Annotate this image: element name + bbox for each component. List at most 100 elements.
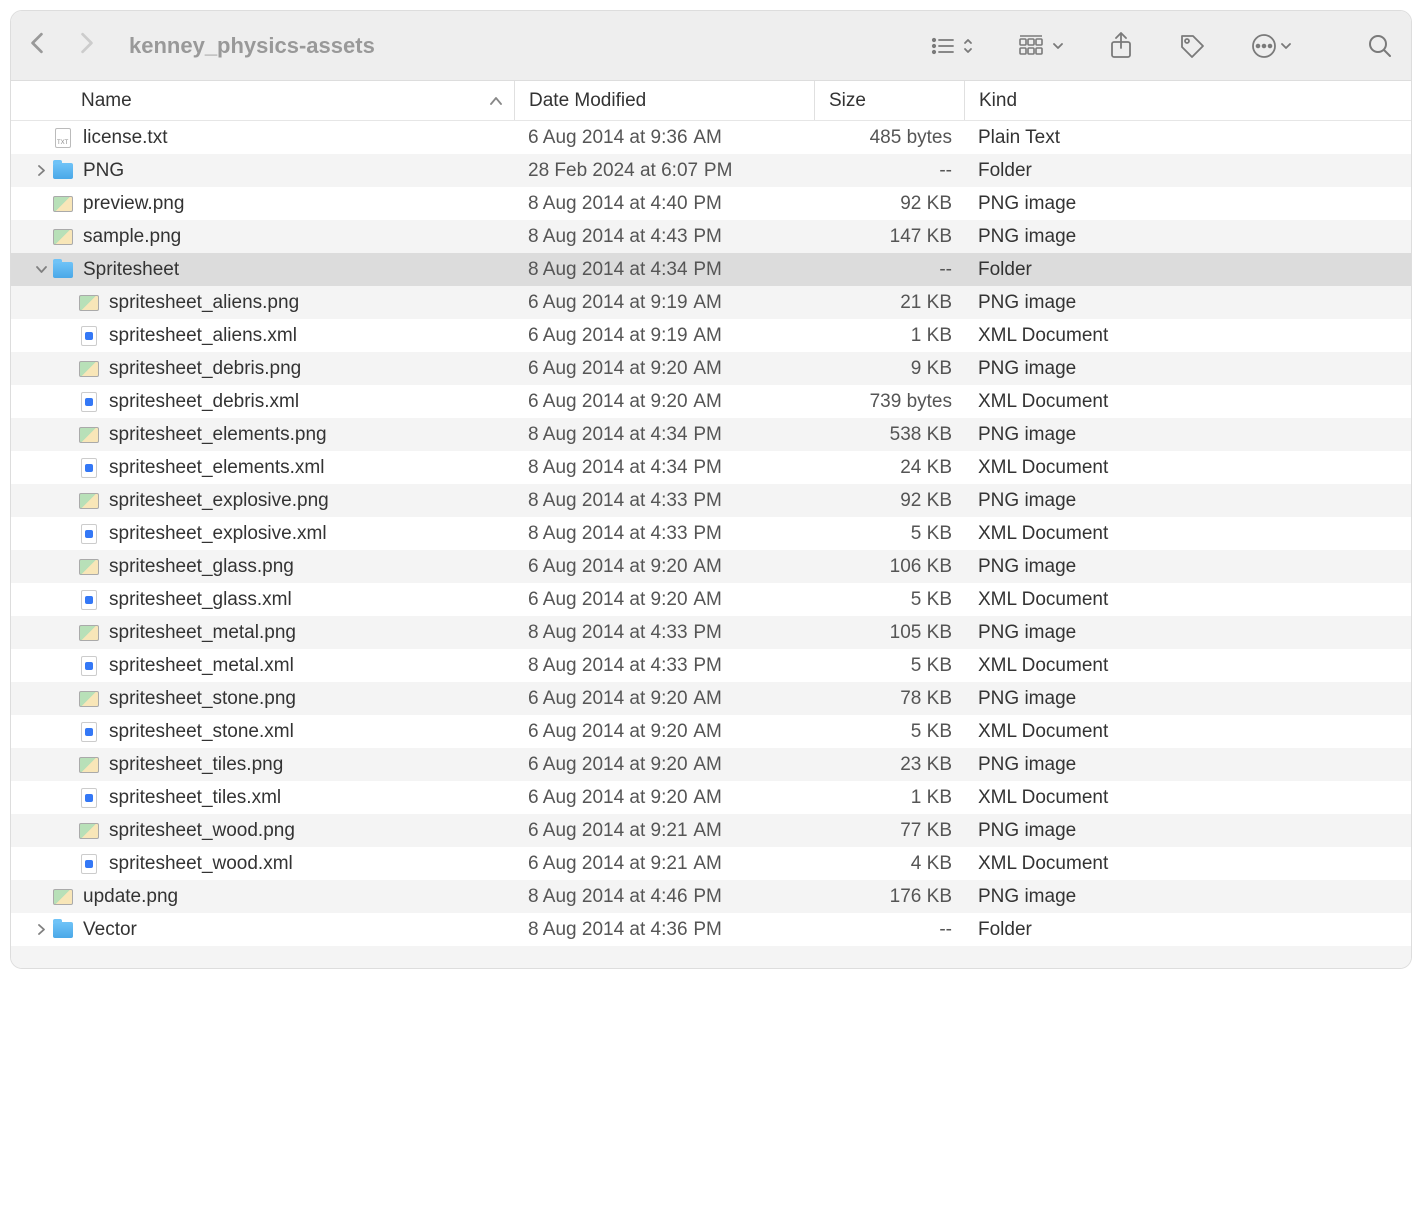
disclosure-right-icon[interactable]	[35, 924, 47, 935]
file-row[interactable]: spritesheet_stone.png6 Aug 2014 at 9:20 …	[11, 682, 1411, 715]
cell-date: 6 Aug 2014 at 9:21 AM	[514, 820, 814, 842]
file-row[interactable]: Spritesheet8 Aug 2014 at 4:34 PM--Folder	[11, 253, 1411, 286]
cell-name: spritesheet_debris.png	[11, 358, 514, 380]
disclosure-right-icon[interactable]	[35, 165, 47, 176]
tags-button[interactable]	[1179, 33, 1205, 59]
xml-file-icon	[79, 326, 99, 346]
file-row[interactable]: spritesheet_stone.xml6 Aug 2014 at 9:20 …	[11, 715, 1411, 748]
cell-kind: XML Document	[964, 655, 1411, 677]
cell-name: spritesheet_debris.xml	[11, 391, 514, 413]
ampm-text: PM	[693, 886, 722, 908]
group-button[interactable]	[1019, 35, 1063, 57]
file-row[interactable]: spritesheet_elements.xml8 Aug 2014 at 4:…	[11, 451, 1411, 484]
file-name-label: spritesheet_wood.png	[109, 820, 295, 842]
column-header-size[interactable]: Size	[814, 81, 964, 120]
cell-date: 6 Aug 2014 at 9:20 AM	[514, 358, 814, 380]
share-button[interactable]	[1109, 32, 1133, 60]
ampm-text: AM	[693, 754, 722, 776]
date-text: 8 Aug 2014 at 4:33	[528, 490, 688, 511]
cell-date: 6 Aug 2014 at 9:21 AM	[514, 853, 814, 875]
file-name-label: spritesheet_debris.png	[109, 358, 301, 380]
file-row[interactable]: spritesheet_wood.xml6 Aug 2014 at 9:21 A…	[11, 847, 1411, 880]
cell-name: spritesheet_explosive.png	[11, 490, 514, 512]
ampm-text: AM	[693, 127, 722, 149]
cell-name: spritesheet_elements.xml	[11, 457, 514, 479]
file-row[interactable]: preview.png8 Aug 2014 at 4:40 PM92 KBPNG…	[11, 187, 1411, 220]
cell-size: 4 KB	[814, 853, 964, 875]
cell-date: 6 Aug 2014 at 9:19 AM	[514, 325, 814, 347]
finder-window: kenney_physics-assets	[10, 10, 1412, 969]
cell-date: 8 Aug 2014 at 4:46 PM	[514, 886, 814, 908]
file-row[interactable]: spritesheet_glass.xml 6 Aug 2014 at 9:20 …	[11, 583, 1411, 616]
xml-file-icon	[79, 524, 99, 544]
file-row[interactable]: license.txt6 Aug 2014 at 9:36 AM485 byte…	[11, 121, 1411, 154]
ampm-text: PM	[693, 226, 722, 248]
folder-icon	[53, 260, 73, 280]
file-row[interactable]: spritesheet_debris.png 6 Aug 2014 at 9:20…	[11, 352, 1411, 385]
cell-kind: XML Document	[964, 589, 1411, 611]
file-row[interactable]: spritesheet_metal.png8 Aug 2014 at 4:33 …	[11, 616, 1411, 649]
file-name-label: Spritesheet	[83, 259, 179, 281]
file-row[interactable]: spritesheet_explosive.xml 8 Aug 2014 at 4…	[11, 517, 1411, 550]
cell-name: license.txt	[11, 127, 514, 149]
file-row[interactable]: spritesheet_tiles.xml6 Aug 2014 at 9:20 …	[11, 781, 1411, 814]
search-button[interactable]	[1367, 33, 1393, 59]
file-row[interactable]: spritesheet_glass.png6 Aug 2014 at 9:20 …	[11, 550, 1411, 583]
file-row[interactable]: update.png8 Aug 2014 at 4:46 PM176 KBPNG…	[11, 880, 1411, 913]
cell-name: spritesheet_wood.png	[11, 820, 514, 842]
text-file-icon	[53, 128, 73, 148]
column-header-name[interactable]: Name	[11, 90, 514, 112]
cell-kind: Folder	[964, 259, 1411, 281]
date-text: 8 Aug 2014 at 4:33	[528, 523, 688, 544]
file-row[interactable]: spritesheet_aliens.xml6 Aug 2014 at 9:19…	[11, 319, 1411, 352]
file-row[interactable]: spritesheet_metal.xml8 Aug 2014 at 4:33 …	[11, 649, 1411, 682]
back-button[interactable]	[29, 32, 45, 60]
cell-date: 8 Aug 2014 at 4:36 PM	[514, 919, 814, 941]
file-name-label: spritesheet_explosive.xml	[109, 523, 327, 545]
forward-button[interactable]	[79, 32, 95, 60]
cell-kind: Folder	[964, 160, 1411, 182]
png-file-icon	[53, 887, 73, 907]
date-text: 6 Aug 2014 at 9:20	[528, 688, 688, 709]
view-list-button[interactable]	[931, 36, 973, 56]
ampm-text: PM	[693, 193, 722, 215]
date-text: 6 Aug 2014 at 9:21	[528, 853, 688, 874]
file-name-label: Vector	[83, 919, 137, 941]
date-text: 6 Aug 2014 at 9:19	[528, 292, 688, 313]
cell-date: 6 Aug 2014 at 9:20 AM	[514, 589, 814, 611]
file-row[interactable]: spritesheet_elements.png8 Aug 2014 at 4:…	[11, 418, 1411, 451]
more-button[interactable]	[1251, 33, 1291, 59]
cell-kind: Plain Text	[964, 127, 1411, 149]
column-header-size-label: Size	[829, 90, 866, 112]
file-row[interactable]: spritesheet_wood.png 6 Aug 2014 at 9:21 A…	[11, 814, 1411, 847]
cell-date: 8 Aug 2014 at 4:34 PM	[514, 259, 814, 281]
file-row[interactable]: spritesheet_explosive.png 8 Aug 2014 at 4…	[11, 484, 1411, 517]
file-row[interactable]: spritesheet_tiles.png6 Aug 2014 at 9:20 …	[11, 748, 1411, 781]
cell-date: 6 Aug 2014 at 9:20 AM	[514, 787, 814, 809]
file-row[interactable]: PNG28 Feb 2024 at 6:07 PM--Folder	[11, 154, 1411, 187]
date-text: 8 Aug 2014 at 4:46	[528, 886, 688, 907]
xml-file-icon	[79, 458, 99, 478]
file-row[interactable]: sample.png8 Aug 2014 at 4:43 PM147 KBPNG…	[11, 220, 1411, 253]
cell-size: 5 KB	[814, 655, 964, 677]
file-name-label: spritesheet_glass.xml	[109, 589, 292, 611]
png-file-icon	[79, 359, 99, 379]
column-header-date[interactable]: Date Modified	[514, 81, 814, 120]
file-row[interactable]: spritesheet_debris.xml6 Aug 2014 at 9:20…	[11, 385, 1411, 418]
disclosure-down-icon[interactable]	[35, 265, 47, 274]
file-name-label: spritesheet_aliens.png	[109, 292, 299, 314]
column-header-kind[interactable]: Kind	[964, 81, 1411, 120]
xml-file-icon	[79, 392, 99, 412]
ampm-text: PM	[693, 523, 722, 545]
cell-kind: PNG image	[964, 556, 1411, 578]
column-headers: Name Date Modified Size Kind	[11, 81, 1411, 121]
file-row[interactable]: spritesheet_aliens.png 6 Aug 2014 at 9:19…	[11, 286, 1411, 319]
cell-kind: PNG image	[964, 226, 1411, 248]
date-text: 6 Aug 2014 at 9:36	[528, 127, 688, 148]
cell-kind: PNG image	[964, 193, 1411, 215]
cell-kind: PNG image	[964, 424, 1411, 446]
cell-size: 5 KB	[814, 589, 964, 611]
file-row[interactable]: Vector8 Aug 2014 at 4:36 PM--Folder	[11, 913, 1411, 946]
png-file-icon	[53, 227, 73, 247]
file-name-label: spritesheet_metal.png	[109, 622, 296, 644]
